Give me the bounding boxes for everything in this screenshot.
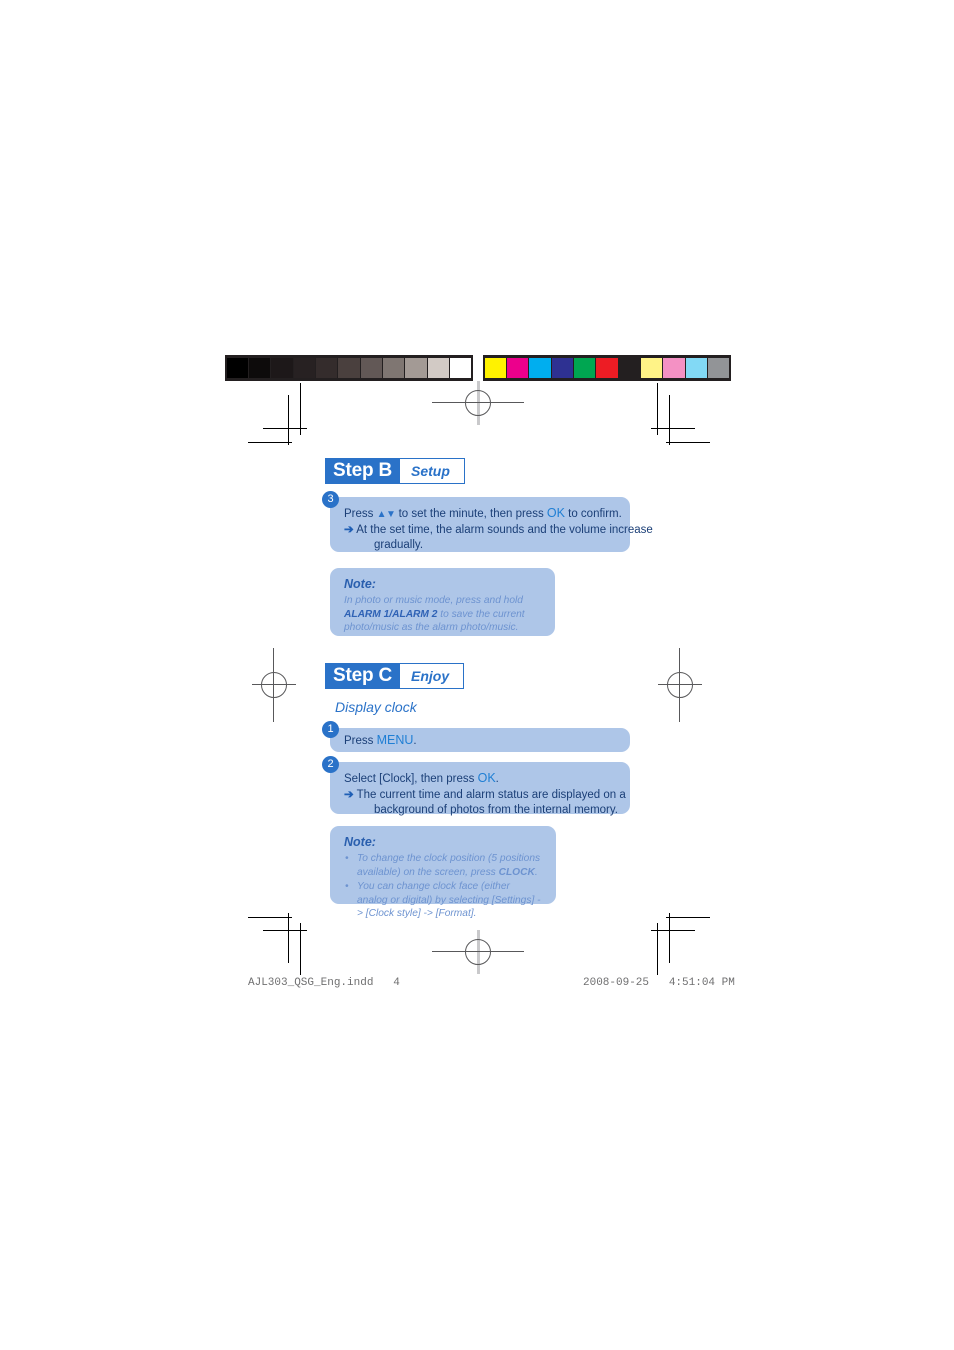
- bullet-dot-icon: •: [345, 881, 349, 892]
- step-b-action: Setup: [399, 459, 464, 483]
- step-c-note-box: Note: • To change the clock position (5 …: [330, 826, 556, 919]
- step1-text-post: .: [413, 735, 417, 747]
- step2-text-pre: Select [Clock], then press: [344, 773, 478, 785]
- step-c-instruction-box-1: Press MENU.: [330, 728, 630, 752]
- step-b-result-line: ➔ At the set time, the alarm sounds and …: [344, 523, 653, 554]
- step-b-label: Step B: [326, 459, 400, 483]
- step-badge-1: 1: [322, 721, 339, 738]
- step-b-header: Step B Setup: [325, 458, 465, 484]
- note-body: In photo or music mode, press and hold A…: [344, 594, 542, 635]
- note-text-part3: alarm photo/music.: [432, 622, 519, 633]
- note-title: Note:: [344, 835, 376, 849]
- note-bold-alarm2: 1/ALARM 2: [383, 608, 438, 620]
- step2-text-post: .: [495, 773, 499, 785]
- result-text-line2: gradually.: [374, 539, 424, 551]
- step-c-result-line: ➔ The current time and alarm status are …: [344, 788, 626, 819]
- step-b-note-box: Note: In photo or music mode, press and …: [330, 568, 555, 636]
- note-text-part1: In photo or music mode, press and hold: [344, 595, 523, 606]
- bullet1-bold-clock: CLOCK: [498, 866, 535, 878]
- note-bullet-list: • To change the clock position (5 positi…: [344, 852, 543, 921]
- bullet1-line2-post: .: [534, 866, 538, 878]
- ok-key-label-2: OK: [477, 771, 496, 785]
- result-text-line1: At the set time, the alarm sounds and th…: [356, 523, 653, 536]
- page-content: Step B Setup 3 Press ▲▼ to set the minut…: [0, 0, 954, 1350]
- arrow-right-icon: ➔: [344, 523, 354, 536]
- step-c-step1-line: Press MENU.: [344, 733, 616, 750]
- footer-timestamp: 2008-09-25 4:51:04 PM: [583, 977, 735, 989]
- step-b-instruction-box: Press ▲▼ to set the minute, then press O…: [330, 497, 653, 554]
- up-down-triangles-icon: ▲▼: [376, 509, 396, 520]
- arrow-right-icon: ➔: [344, 788, 354, 801]
- step-c-action: Enjoy: [399, 664, 464, 688]
- bullet-dot-icon: •: [345, 853, 349, 864]
- instruction-text-mid: to set the minute, then press: [395, 508, 547, 520]
- note-bold-alarm: ALARM: [344, 608, 381, 620]
- step-badge-3: 3: [322, 491, 339, 508]
- step-c-header: Step C Enjoy: [325, 663, 465, 689]
- step1-text-pre: Press: [344, 735, 377, 747]
- step-c-step2-line: Select [Clock], then press OK.: [344, 771, 616, 788]
- display-clock-heading: Display clock: [335, 699, 417, 715]
- instruction-text-post: to confirm.: [564, 508, 622, 520]
- note-bullet-item: • You can change clock face (either anal…: [344, 880, 543, 921]
- bullet1-line2-pre: on the screen, press: [403, 866, 499, 878]
- step-c-instruction-box-2: Select [Clock], then press OK. ➔ The cur…: [330, 762, 630, 816]
- note-bullet-item: • To change the clock position (5 positi…: [344, 852, 543, 879]
- ok-key-label: OK: [546, 506, 565, 520]
- menu-key-label: MENU: [376, 733, 414, 747]
- step2-result-line1: The current time and alarm status are di…: [356, 788, 626, 801]
- step-badge-2: 2: [322, 756, 339, 773]
- step-c-label: Step C: [326, 664, 400, 688]
- instruction-text-pre: Press: [344, 508, 377, 520]
- step-b-instruction-line: Press ▲▼ to set the minute, then press O…: [344, 506, 622, 523]
- step2-result-line2: background of photos from the internal m…: [374, 804, 618, 816]
- footer-filename: AJL303_QSG_Eng.indd 4: [248, 977, 400, 989]
- note-title: Note:: [344, 577, 376, 591]
